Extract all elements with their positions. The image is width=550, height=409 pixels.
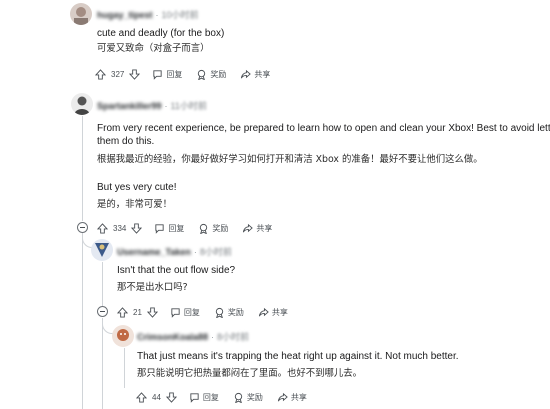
comment-text: That just means it's trapping the heat r…: [137, 351, 459, 362]
award-label: 奖励: [210, 69, 227, 79]
avatar[interactable]: [71, 93, 93, 115]
username[interactable]: CrimsonKoala88: [137, 332, 208, 342]
avatar-image-icon: [91, 239, 113, 261]
timestamp: 8小时前: [217, 332, 250, 342]
reply-label: 回复: [168, 223, 185, 233]
reply-button[interactable]: 回复: [154, 223, 184, 234]
collapse-icon[interactable]: [77, 222, 88, 233]
downvote-icon: [146, 306, 158, 318]
upvote-button[interactable]: [95, 68, 106, 80]
award-button[interactable]: 奖励: [196, 69, 226, 80]
share-icon: [258, 307, 269, 316]
meta-separator: ·: [164, 100, 168, 111]
award-icon: [215, 307, 224, 318]
comment-text-zh: 可爱又致命（对盒子而言）: [97, 43, 210, 54]
comment-text: cute and deadly (for the box): [97, 28, 225, 39]
vote-count: 44: [152, 392, 161, 402]
downvote-button[interactable]: [146, 306, 158, 318]
downvote-button[interactable]: [129, 68, 141, 80]
avatar-image-icon: [71, 93, 93, 115]
comment-text-zh: 是的，非常可爱！: [97, 199, 173, 210]
reply-icon: [190, 392, 199, 403]
avatar[interactable]: [70, 3, 92, 25]
award-label: 奖励: [227, 307, 244, 317]
vote-count: 327: [111, 69, 125, 79]
comment-actions: 44 回复 奖励 共享: [136, 389, 321, 405]
downvote-button[interactable]: [131, 222, 143, 234]
comment-text-zh: 那不是出水口吗?: [117, 282, 188, 293]
share-button[interactable]: 共享: [258, 307, 288, 318]
award-button[interactable]: 奖励: [214, 307, 244, 318]
award-icon: [200, 223, 208, 234]
share-icon: [243, 223, 254, 232]
thread-line-level2: [102, 262, 103, 308]
thread-line-level3: [124, 348, 125, 388]
thread-line-level2b: [102, 318, 103, 409]
comment-actions: 21 回复 奖励 共享: [117, 304, 302, 320]
meta-separator: ·: [211, 331, 215, 342]
upvote-icon: [117, 306, 128, 318]
award-button[interactable]: 奖励: [198, 223, 228, 234]
award-button[interactable]: 奖励: [233, 392, 263, 403]
reply-label: 回复: [183, 307, 200, 317]
comment-text: Isn't that the out flow side?: [117, 265, 236, 276]
comment-text: But yes very cute!: [97, 182, 177, 193]
share-label: 共享: [271, 307, 288, 317]
upvote-button[interactable]: [117, 306, 128, 318]
share-icon: [241, 69, 252, 78]
meta-separator: ·: [155, 9, 159, 20]
comment-actions: 327 回复 奖励 共享: [95, 66, 284, 82]
share-label: 共享: [290, 392, 307, 402]
reply-button[interactable]: 回复: [189, 392, 219, 403]
username[interactable]: hugay_tipest: [97, 10, 153, 20]
avatar[interactable]: [112, 325, 134, 347]
reply-icon: [153, 69, 162, 80]
share-button[interactable]: 共享: [240, 69, 270, 80]
downvote-icon: [165, 391, 177, 403]
username[interactable]: Username_Taken: [117, 247, 191, 257]
timestamp: 11小时前: [170, 101, 207, 111]
reply-button[interactable]: 回复: [152, 69, 182, 80]
timestamp: 8小时前: [199, 247, 232, 257]
share-label: 共享: [256, 223, 273, 233]
award-label: 奖励: [246, 392, 263, 402]
reply-button[interactable]: 回复: [170, 307, 200, 318]
avatar[interactable]: [91, 239, 113, 261]
award-icon: [198, 69, 206, 80]
share-icon: [277, 392, 288, 401]
share-button[interactable]: 共享: [277, 392, 307, 403]
reply-icon: [155, 223, 164, 234]
downvote-button[interactable]: [165, 391, 177, 403]
comment-text: them do this.: [97, 136, 155, 147]
comment-actions: 334 回复 奖励 共享: [97, 220, 286, 236]
downvote-icon: [129, 68, 141, 80]
thread-line-root: [82, 116, 83, 221]
vote-count: 334: [113, 223, 127, 233]
comment-text: From very recent experience, be prepared…: [97, 123, 550, 134]
reply-icon: [171, 307, 180, 318]
avatar-image-icon: [112, 325, 134, 347]
upvote-button[interactable]: [136, 391, 147, 403]
upvote-icon: [95, 68, 106, 80]
reply-label: 回复: [202, 392, 219, 402]
collapse-icon[interactable]: [97, 306, 108, 317]
vote-count: 21: [133, 307, 142, 317]
upvote-icon: [136, 391, 147, 403]
timestamp: 10小时前: [161, 10, 199, 20]
reply-label: 回复: [166, 69, 183, 79]
meta-separator: ·: [193, 246, 197, 257]
avatar-image-icon: [70, 3, 92, 25]
share-label: 共享: [254, 69, 271, 79]
upvote-icon: [97, 222, 108, 234]
username[interactable]: Spartankiller99: [97, 101, 162, 111]
thread-line-reply: [82, 232, 83, 409]
share-button[interactable]: 共享: [242, 223, 272, 234]
award-label: 奖励: [212, 223, 229, 233]
downvote-icon: [131, 222, 143, 234]
comment-text-zh: 那只能说明它把热量都闷在了里面。也好不到哪儿去。: [137, 368, 363, 379]
comment-text-zh: 根据我最近的经验，你最好做好学习如何打开和清洁 Xbox 的准备！最好不要让他们…: [97, 154, 483, 165]
upvote-button[interactable]: [97, 222, 108, 234]
award-icon: [234, 392, 243, 403]
